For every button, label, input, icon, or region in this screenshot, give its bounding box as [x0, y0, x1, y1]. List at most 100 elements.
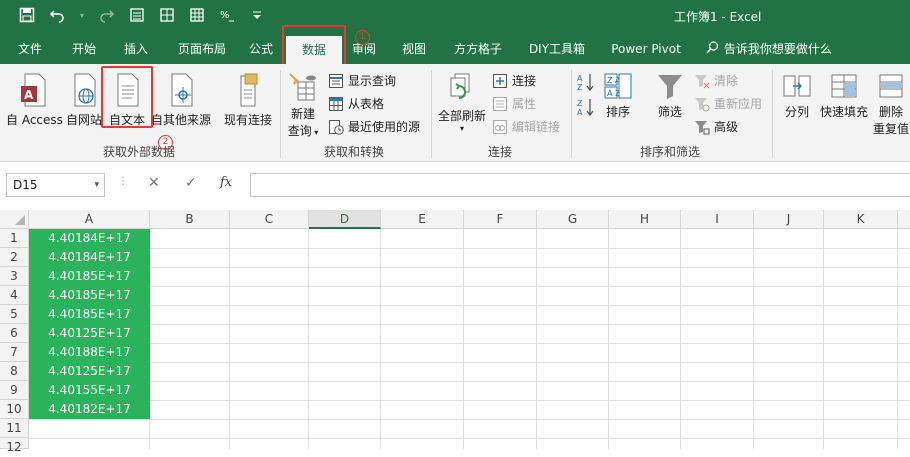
advanced-filter-button[interactable]: 高级	[694, 118, 738, 135]
advanced-filter-label: 高级	[714, 120, 739, 134]
recent-sources-button[interactable]: 最近使用的源	[328, 118, 420, 135]
tab-home[interactable]: 开始	[66, 34, 102, 64]
from-table-button[interactable]: 从表格	[328, 95, 384, 112]
column-header[interactable]: C	[230, 210, 309, 229]
title-bar: ▾ % 工作簿1 - Excel	[0, 0, 910, 34]
recent-sources-label: 最近使用的源	[348, 120, 421, 134]
existing-connections-button[interactable]: 现有连接	[222, 72, 274, 128]
tab-page-layout[interactable]: 页面布局	[172, 34, 232, 64]
clear-filter-label: 清除	[714, 74, 739, 88]
from-access-button[interactable]: A 自 Access	[6, 72, 63, 128]
connections-button[interactable]: 连接	[492, 72, 536, 89]
select-all-button[interactable]	[0, 210, 29, 229]
resize-handle-icon[interactable]: ⋮	[118, 176, 128, 187]
reapply-filter-button[interactable]: 重新应用	[694, 95, 762, 112]
cell-a10[interactable]: 4.40182E+17	[29, 400, 150, 419]
table-icon[interactable]	[188, 7, 206, 25]
row-header[interactable]: 11	[0, 419, 29, 438]
clear-filter-icon	[695, 74, 710, 88]
cell-a5[interactable]: 4.40185E+17	[29, 305, 150, 324]
text-to-columns-button[interactable]: 分列	[780, 72, 814, 120]
edit-links-button[interactable]: 编辑链接	[492, 118, 560, 135]
redo-icon[interactable]	[98, 7, 116, 25]
insert-function-icon[interactable]: fx	[220, 175, 232, 190]
grid-icon[interactable]	[158, 7, 176, 25]
cell-a4[interactable]: 4.40185E+17	[29, 286, 150, 305]
remove-duplicates-label-2: 重复值	[872, 122, 909, 136]
column-header[interactable]: D	[309, 210, 381, 229]
flash-fill-icon	[831, 74, 857, 98]
highlight-from-text	[101, 66, 153, 128]
svg-text:A: A	[24, 88, 34, 102]
undo-icon[interactable]	[48, 7, 66, 25]
from-other-sources-button[interactable]: 自其他来源	[150, 72, 212, 128]
worksheet-grid[interactable]: A B C D E F G H I J K 1 2 3 4 5 6 7 8 9 …	[0, 210, 910, 454]
formula-input[interactable]	[250, 173, 910, 197]
column-header[interactable]: H	[609, 210, 681, 229]
row-header[interactable]: 8	[0, 362, 29, 381]
row-header[interactable]: 10	[0, 400, 29, 419]
sort-za-button[interactable]: ZA	[576, 97, 598, 120]
column-header[interactable]: A	[29, 210, 150, 229]
cell-a7[interactable]: 4.40188E+17	[29, 343, 150, 362]
cell-a3[interactable]: 4.40185E+17	[29, 267, 150, 286]
save-icon[interactable]	[18, 7, 36, 25]
tell-me-search[interactable]: 告诉我你想要做什么	[706, 34, 846, 64]
tell-me-text: 告诉我你想要做什么	[723, 42, 832, 56]
cell-a8[interactable]: 4.40125E+17	[29, 362, 150, 381]
cell-a1[interactable]: 4.40184E+17	[29, 229, 150, 248]
row-header[interactable]: 12	[0, 438, 29, 454]
column-header[interactable]: I	[681, 210, 754, 229]
row-header[interactable]: 5	[0, 305, 29, 324]
tab-fangfang[interactable]: 方方格子	[450, 34, 506, 64]
show-queries-icon	[329, 73, 343, 88]
cell-a2[interactable]: 4.40184E+17	[29, 248, 150, 267]
row-header[interactable]: 9	[0, 381, 29, 400]
cell-a6[interactable]: 4.40125E+17	[29, 324, 150, 343]
row-header[interactable]: 6	[0, 324, 29, 343]
tab-view[interactable]: 视图	[396, 34, 432, 64]
remove-duplicates-button[interactable]: 删除 重复值	[872, 72, 910, 137]
tab-formulas[interactable]: 公式	[243, 34, 279, 64]
tab-power-pivot[interactable]: Power Pivot	[610, 34, 682, 64]
cell-a9[interactable]: 4.40155E+17	[29, 381, 150, 400]
row-header[interactable]: 1	[0, 229, 29, 248]
undo-dropdown-icon[interactable]: ▾	[78, 7, 86, 25]
enter-icon[interactable]: ✓	[185, 175, 197, 191]
tab-file[interactable]: 文件	[14, 34, 46, 64]
filter-button[interactable]: 筛选	[652, 72, 688, 120]
column-header[interactable]: K	[824, 210, 898, 229]
name-box[interactable]: D15 ▾	[6, 173, 105, 197]
group-separator	[772, 70, 773, 158]
column-header[interactable]: F	[464, 210, 537, 229]
show-queries-button[interactable]: 显示查询	[328, 72, 396, 89]
search-icon	[706, 35, 720, 65]
row-header[interactable]: 7	[0, 343, 29, 362]
chevron-down-icon[interactable]: ▾	[94, 174, 99, 196]
form-icon[interactable]	[128, 7, 146, 25]
cancel-icon[interactable]: ✕	[148, 175, 160, 191]
column-header[interactable]: J	[754, 210, 824, 229]
tab-diy-toolbox[interactable]: DIY工具箱	[526, 34, 588, 64]
row-header[interactable]: 3	[0, 267, 29, 286]
from-access-label: 自 Access	[6, 113, 63, 127]
column-header[interactable]: B	[150, 210, 230, 229]
step-1-marker: 1	[355, 30, 370, 45]
format-painter-icon[interactable]: %	[218, 7, 236, 25]
from-web-button[interactable]: 自网站	[64, 72, 104, 128]
sort-button[interactable]: Z AA Z 排序	[602, 72, 634, 120]
column-header[interactable]: G	[537, 210, 609, 229]
properties-button[interactable]: 属性	[492, 95, 536, 112]
column-header[interactable]: E	[381, 210, 464, 229]
svg-text:Z: Z	[577, 83, 583, 92]
row-header[interactable]: 4	[0, 286, 29, 305]
new-query-button[interactable]: 新建 查询 ▾	[286, 72, 320, 139]
tab-insert[interactable]: 插入	[118, 34, 154, 64]
row-header[interactable]: 2	[0, 248, 29, 267]
sort-az-button[interactable]: AZ	[576, 72, 598, 95]
clear-filter-button[interactable]: 清除	[694, 72, 738, 89]
flash-fill-button[interactable]: 快速填充	[818, 72, 870, 120]
column-header[interactable]	[898, 210, 910, 229]
customize-icon[interactable]	[248, 7, 266, 25]
refresh-all-button[interactable]: 全部刷新 ▾	[436, 72, 488, 133]
